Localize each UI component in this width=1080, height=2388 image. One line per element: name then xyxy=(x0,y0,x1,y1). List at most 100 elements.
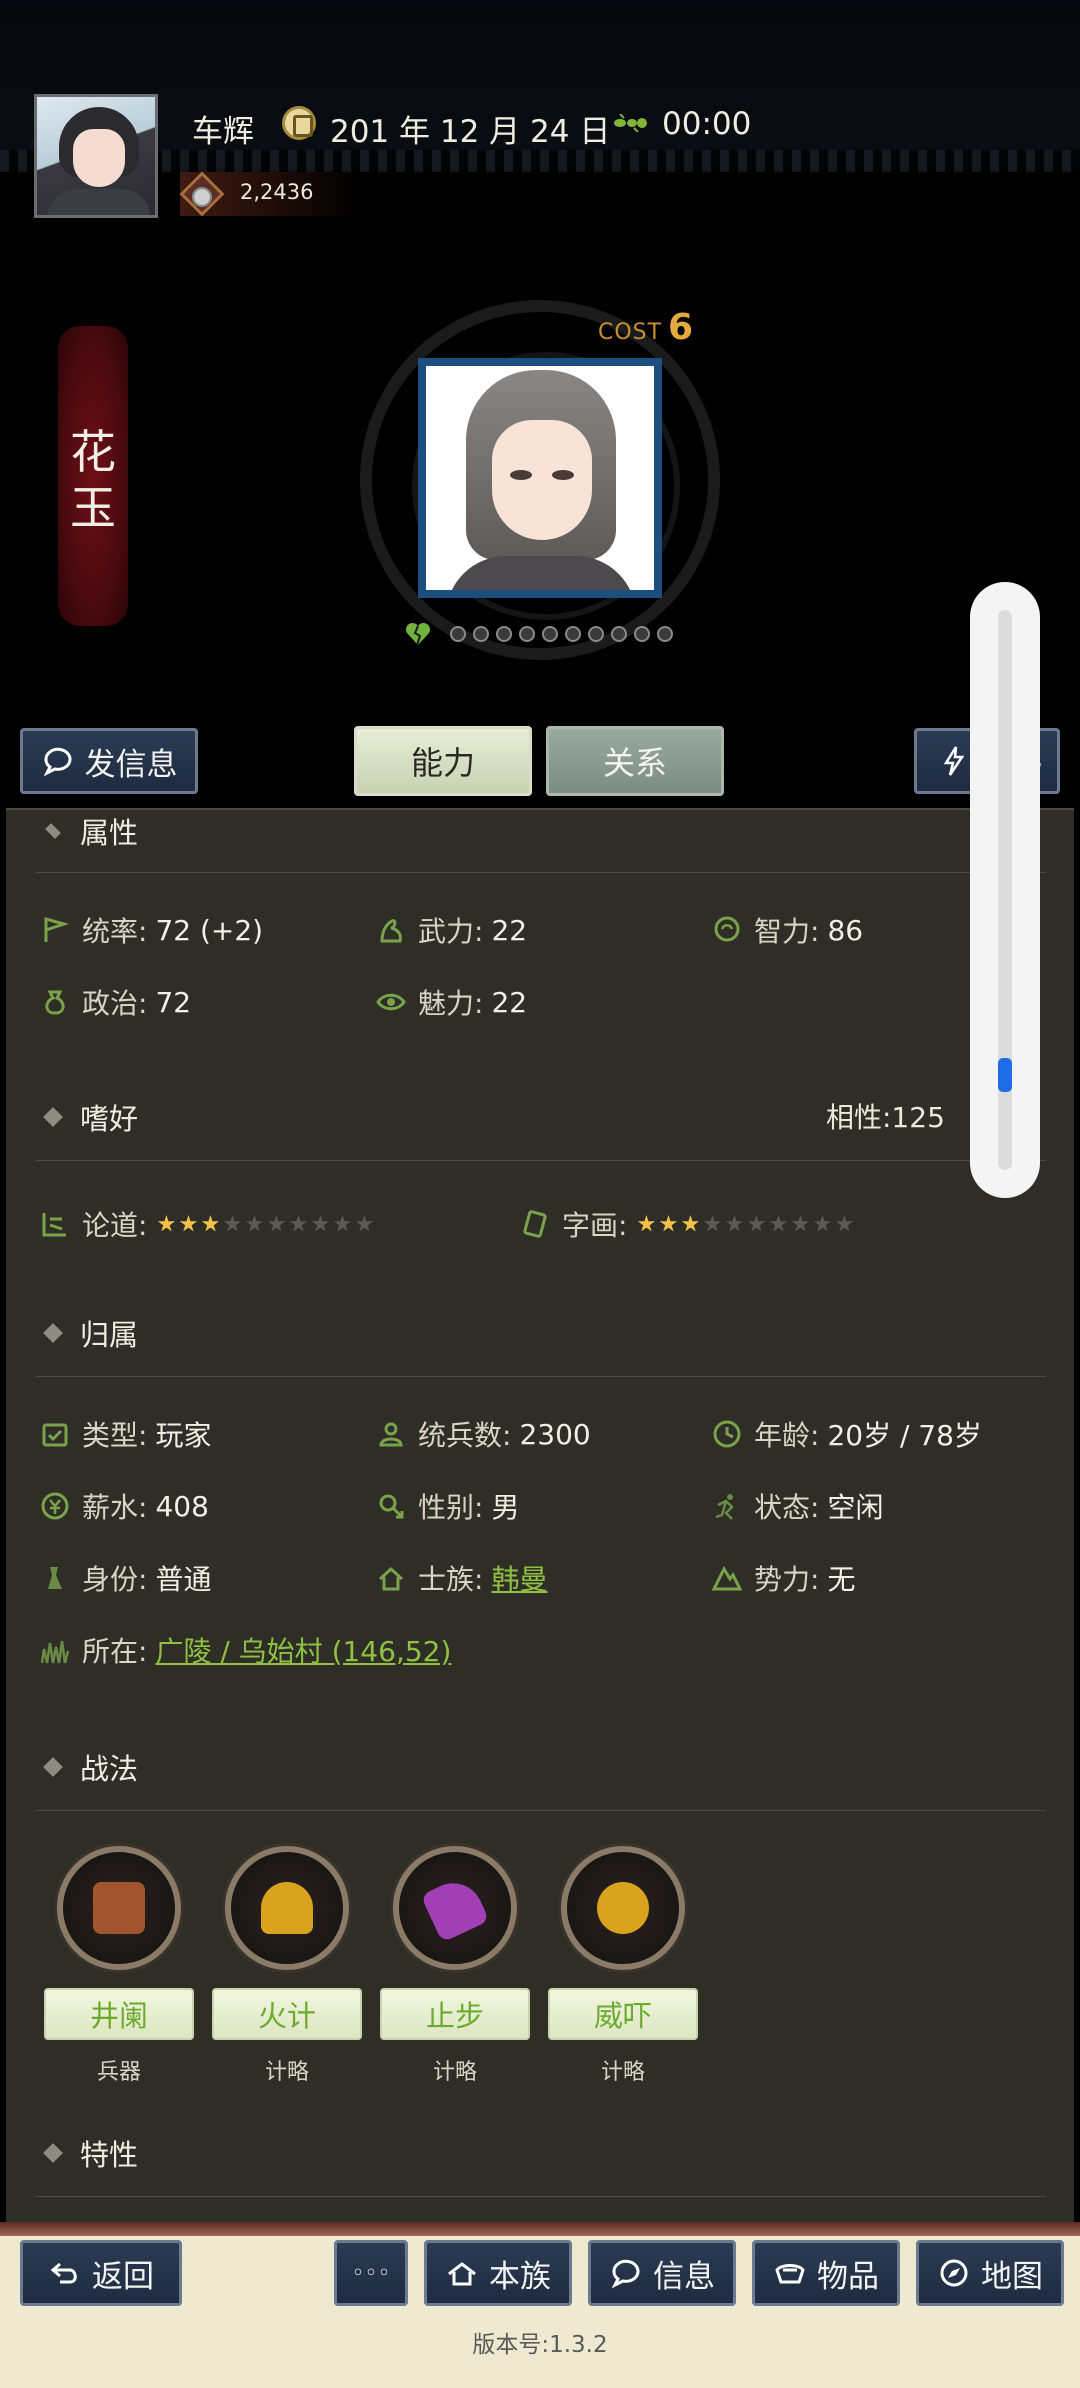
house-icon xyxy=(378,1566,404,1591)
tactic-card[interactable]: 止步 计略 xyxy=(380,1846,530,2086)
star-empty-icon xyxy=(813,1215,832,1232)
star-empty-icon xyxy=(725,1215,744,1232)
stat-politics: 政治: 72 xyxy=(40,982,191,1022)
info-faction: 势力: 无 xyxy=(712,1558,855,1598)
loyalty-dots xyxy=(450,626,673,642)
star-empty-icon xyxy=(747,1215,766,1232)
star-empty-icon xyxy=(835,1215,854,1232)
ant-icon xyxy=(614,114,647,132)
info-gender: 性别: 男 xyxy=(376,1486,519,1526)
hobby-stars xyxy=(157,1215,374,1233)
clan-link[interactable]: 韩曼 xyxy=(491,1558,547,1598)
loyalty-dot xyxy=(450,626,466,642)
coin-icon xyxy=(179,171,225,217)
moneybag-icon xyxy=(45,990,65,1015)
star-empty-icon xyxy=(223,1215,242,1232)
lightning-icon xyxy=(943,746,965,776)
info-age: 年龄: 20岁 / 78岁 xyxy=(712,1414,982,1454)
info-clan: 士族: 韩曼 xyxy=(376,1558,547,1598)
star-filled-icon xyxy=(637,1215,656,1232)
scroll-icon xyxy=(42,1213,66,1237)
star-empty-icon xyxy=(267,1215,286,1232)
more-icon: ◦◦◦ xyxy=(351,2260,391,2286)
broken-heart-icon[interactable] xyxy=(404,620,432,648)
gender-icon xyxy=(379,1494,404,1519)
divider xyxy=(36,872,1046,873)
loyalty-dot xyxy=(496,626,512,642)
loyalty-dot xyxy=(588,626,604,642)
star-empty-icon xyxy=(769,1215,788,1232)
section-attributes[interactable]: 属性 xyxy=(45,810,139,852)
loyalty-dot xyxy=(657,626,673,642)
stat-intellect: 智力: 86 xyxy=(712,910,863,950)
tab-relation[interactable]: 关系 xyxy=(546,726,724,796)
chat-bubble-icon xyxy=(43,747,71,777)
star-filled-icon xyxy=(659,1215,678,1232)
cost-label: COST xyxy=(598,320,663,345)
coin-display: 2,2436 xyxy=(179,171,360,217)
character-portrait[interactable] xyxy=(418,358,662,598)
game-time: 00:00 xyxy=(662,106,752,142)
tactic-card[interactable]: 火计 计略 xyxy=(212,1846,362,2086)
star-empty-icon xyxy=(245,1215,264,1232)
chat-bubble-icon xyxy=(611,2259,640,2289)
clan-button[interactable]: 本族 xyxy=(424,2240,572,2306)
star-empty-icon xyxy=(791,1215,810,1232)
tab-ability[interactable]: 能力 xyxy=(354,726,532,796)
star-filled-icon xyxy=(179,1215,198,1232)
star-filled-icon xyxy=(681,1215,700,1232)
divider xyxy=(36,1160,1046,1161)
back-button[interactable]: 返回 xyxy=(20,2240,182,2306)
more-button[interactable]: ◦◦◦ xyxy=(334,2240,408,2306)
section-tactics[interactable]: 战法 xyxy=(43,1746,138,1788)
hobby-calligraphy: 字画: xyxy=(520,1204,854,1244)
items-button[interactable]: 物品 xyxy=(752,2240,900,2306)
star-filled-icon xyxy=(201,1215,220,1232)
info-type: 类型: 玩家 xyxy=(40,1414,211,1454)
send-message-label: 发信息 xyxy=(84,746,178,783)
section-attributes-title: 属性 xyxy=(80,816,139,850)
brain-icon xyxy=(714,916,740,942)
info-salary: 薪水: 408 xyxy=(40,1486,209,1526)
vertical-scrollbar[interactable] xyxy=(970,582,1040,1198)
stat-force: 武力: 22 xyxy=(376,910,527,950)
soldier-icon xyxy=(379,1422,403,1447)
clock-icon xyxy=(713,1420,741,1448)
boot-icon xyxy=(420,1873,490,1943)
section-hobby[interactable]: 嗜好 xyxy=(43,1096,138,1138)
divider xyxy=(36,1810,1046,1811)
loyalty-dot xyxy=(519,626,535,642)
loyalty-dot xyxy=(542,626,558,642)
section-traits[interactable]: 特性 xyxy=(43,2132,139,2174)
version-label: 版本号:1.3.2 xyxy=(472,2332,608,2358)
info-button[interactable]: 信息 xyxy=(588,2240,736,2306)
info-status: 状态: 空闲 xyxy=(712,1486,883,1526)
section-affiliation[interactable]: 归属 xyxy=(43,1312,139,1354)
player-avatar[interactable] xyxy=(34,94,158,218)
loyalty-dot xyxy=(634,626,650,642)
scrollbar-thumb[interactable] xyxy=(998,1058,1012,1092)
siege-tower-icon xyxy=(93,1882,145,1934)
loyalty-dot xyxy=(565,626,581,642)
star-empty-icon xyxy=(311,1215,330,1232)
map-button[interactable]: 地图 xyxy=(916,2240,1064,2306)
send-message-button[interactable]: 发信息 xyxy=(20,728,198,794)
divider xyxy=(36,1376,1046,1377)
location-link[interactable]: 广陵 / 乌始村 (146,52) xyxy=(155,1630,451,1670)
eye-icon xyxy=(376,993,406,1011)
calendar-check-icon xyxy=(42,1423,68,1447)
player-name: 车辉 xyxy=(192,114,254,150)
painting-icon xyxy=(523,1210,547,1238)
section-traits-title: 特性 xyxy=(80,2138,139,2172)
yen-icon xyxy=(41,1492,69,1520)
star-empty-icon xyxy=(703,1215,722,1232)
compass-icon xyxy=(940,2259,968,2287)
character-name-char-2: 玉 xyxy=(70,481,116,535)
calendar-icon xyxy=(282,106,316,140)
coin-value: 2,2436 xyxy=(240,180,314,204)
section-affiliation-title: 归属 xyxy=(80,1318,139,1352)
grass-icon xyxy=(40,1640,70,1664)
tactic-card[interactable]: 井阑 兵器 xyxy=(44,1846,194,2086)
tactic-card[interactable]: 威吓 计略 xyxy=(548,1846,698,2086)
ability-panel[interactable]: 属性 统率: 72 (+2) 武力: 22 智力: 86 政治: 72 魅力: 22 嗜好… xyxy=(6,808,1074,2222)
